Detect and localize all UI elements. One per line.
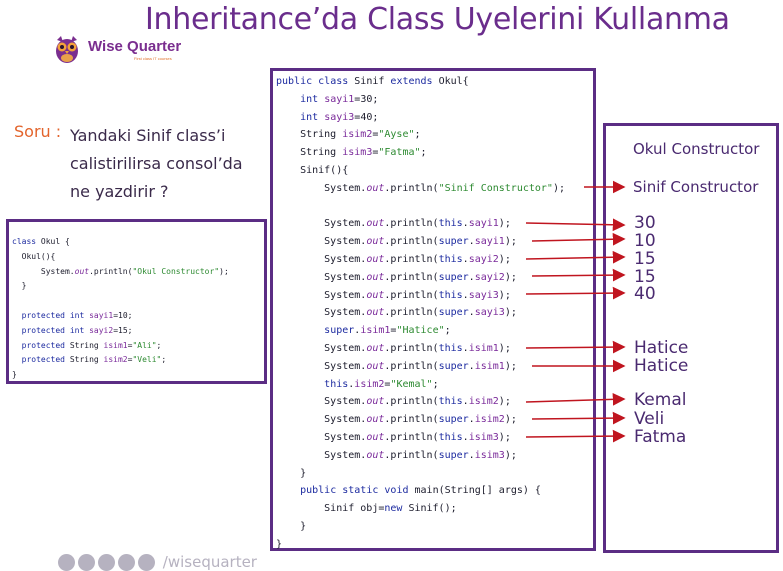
output-arrows <box>525 180 626 443</box>
arrow-line <box>531 411 626 425</box>
arrow-line <box>525 250 626 264</box>
arrow-line <box>531 232 626 246</box>
twitter-icon[interactable] <box>78 554 95 571</box>
arrow-line <box>525 429 626 443</box>
arrow-line <box>525 286 626 300</box>
instagram-icon[interactable] <box>138 554 155 571</box>
footer-social: /wisequarter <box>58 553 257 571</box>
linkedin-icon[interactable] <box>98 554 115 571</box>
arrow-line <box>525 218 626 232</box>
arrow-line <box>525 340 626 354</box>
arrow-line <box>525 392 626 406</box>
footer-handle: /wisequarter <box>162 553 257 571</box>
dribbble-icon[interactable] <box>118 554 135 571</box>
arrow-line <box>531 268 626 282</box>
facebook-icon[interactable] <box>58 554 75 571</box>
